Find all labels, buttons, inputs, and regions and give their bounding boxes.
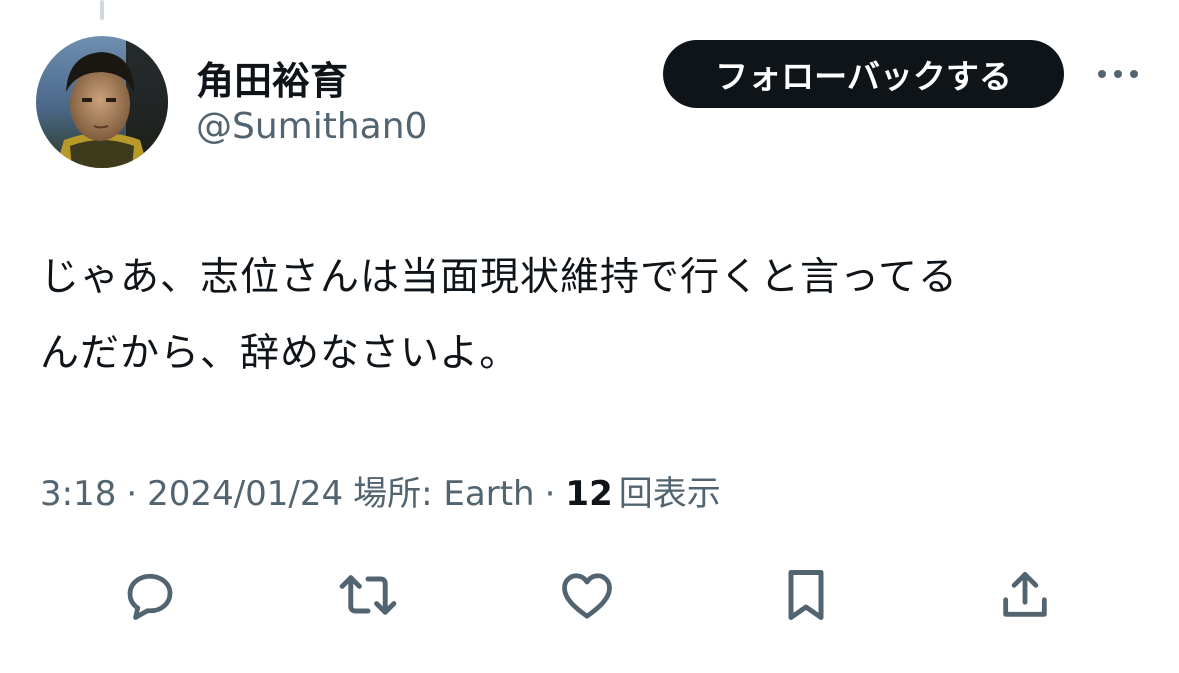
tweet-text: じゃあ、志位さんは当面現状維持で行くと言ってる んだから、辞めなさいよ。 — [40, 240, 1150, 392]
bookmark-button[interactable] — [771, 560, 841, 630]
share-button[interactable] — [990, 560, 1060, 630]
views-label: 回表示 — [618, 474, 721, 514]
more-horizontal-icon — [1098, 70, 1138, 78]
user-handle[interactable]: @Sumithan0 — [196, 106, 427, 147]
thread-connector-line — [100, 0, 104, 20]
like-icon — [562, 573, 612, 619]
more-options-button[interactable] — [1094, 56, 1142, 92]
reply-icon — [127, 573, 173, 620]
bookmark-icon — [788, 570, 824, 620]
retweet-icon — [339, 575, 397, 615]
tweet-location: 場所: Earth — [353, 474, 535, 514]
tweet-text-line: じゃあ、志位さんは当面現状維持で行くと言ってる — [40, 255, 959, 300]
tweet-meta: 3:18 · 2024/01/24 場所: Earth · 12 回表示 — [40, 466, 721, 515]
tweet-actions-bar — [0, 560, 1179, 630]
tweet-time[interactable]: 3:18 — [40, 474, 116, 514]
tweet-text-line: んだから、辞めなさいよ。 — [40, 331, 520, 376]
meta-separator: · — [544, 474, 556, 514]
tweet-date[interactable]: 2024/01/24 — [147, 474, 343, 514]
reply-button[interactable] — [115, 560, 185, 630]
like-button[interactable] — [552, 560, 622, 630]
avatar[interactable] — [36, 36, 168, 168]
follow-back-button[interactable]: フォローバックする — [663, 40, 1064, 108]
views-count: 12 — [565, 474, 613, 514]
retweet-button[interactable] — [333, 560, 403, 630]
display-name[interactable]: 角田裕育 — [196, 50, 348, 105]
meta-separator: · — [126, 474, 138, 514]
share-icon — [1003, 572, 1047, 617]
